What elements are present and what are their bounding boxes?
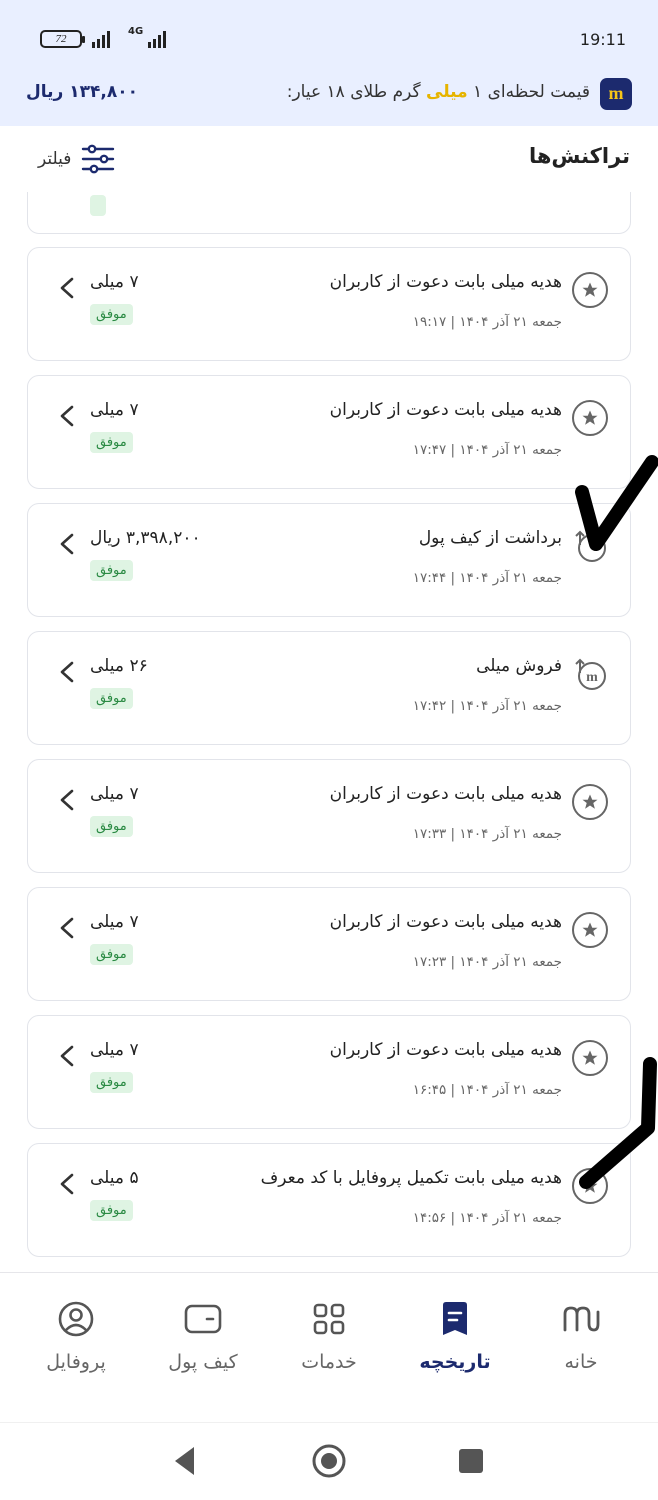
- transaction-date: جمعه ۲۱ آذر ۱۴۰۴ | ۱۷:۳۳: [412, 826, 562, 842]
- transaction-amount: ۷ میلی: [90, 272, 139, 292]
- wallet-icon: [184, 1304, 222, 1334]
- chevron-left-icon[interactable]: [58, 404, 76, 428]
- transaction-date: جمعه ۲۱ آذر ۱۴۰۴ | ۱۷:۴۴: [412, 570, 562, 586]
- transaction-date: جمعه ۲۱ آذر ۱۴۰۴ | ۱۷:۴۲: [412, 698, 562, 714]
- chevron-left-icon[interactable]: [58, 1044, 76, 1068]
- page-title: تراکنش‌ها: [528, 144, 630, 168]
- transaction-date: جمعه ۲۱ آذر ۱۴۰۴ | ۱۷:۴۷: [412, 442, 562, 458]
- nav-history-label: تاریخچه: [419, 1351, 491, 1373]
- filter-sliders-icon: [82, 144, 115, 174]
- status-badge: موفق: [90, 304, 133, 325]
- transaction-amount: ۷ میلی: [90, 1040, 139, 1060]
- services-grid-icon: [313, 1303, 345, 1335]
- chevron-left-icon[interactable]: [58, 660, 76, 684]
- transaction-title: هدیه میلی بابت دعوت از کاربران: [329, 912, 562, 932]
- status-clock: 19:11: [579, 30, 626, 49]
- status-bar: 72 4G 19:11: [0, 26, 658, 54]
- gold-price-value: ۱۳۴,۸۰۰ ریال: [26, 82, 138, 102]
- status-badge: موفق: [90, 560, 133, 581]
- chevron-left-icon[interactable]: [58, 1172, 76, 1196]
- profile-icon: [58, 1301, 94, 1337]
- recents-icon[interactable]: [457, 1447, 485, 1475]
- transaction-amount: ۵ میلی: [90, 1168, 139, 1188]
- nav-home[interactable]: خانه: [521, 1299, 641, 1373]
- history-icon: [443, 1302, 467, 1335]
- filter-label: فیلتر: [38, 149, 72, 169]
- transaction-amount: ۲۶ میلی: [90, 656, 148, 676]
- nav-services[interactable]: خدمات: [269, 1299, 389, 1373]
- brand-logo-icon: m: [600, 78, 632, 110]
- transaction-title: هدیه میلی بابت دعوت از کاربران: [329, 1040, 562, 1060]
- nav-profile-label: پروفایل: [46, 1351, 106, 1373]
- nav-services-label: خدمات: [301, 1351, 357, 1373]
- back-icon[interactable]: [172, 1443, 198, 1479]
- transaction-card[interactable]: برداشت از کیف پول جمعه ۲۱ آذر ۱۴۰۴ | ۱۷:…: [27, 503, 631, 617]
- transaction-title: هدیه میلی بابت دعوت از کاربران: [329, 784, 562, 804]
- signal-icon: [92, 30, 110, 48]
- status-badge: موفق: [90, 1072, 133, 1093]
- gold-price-banner: m قیمت لحظه‌ای ۱ میلی گرم طلای ۱۸ عیار: …: [0, 78, 658, 110]
- gold-price-label: قیمت لحظه‌ای ۱ میلی گرم طلای ۱۸ عیار:: [286, 82, 590, 102]
- transaction-amount: ۳,۳۹۸,۲۰۰ ریال: [90, 528, 201, 548]
- annotation-checkmark-mark: [575, 455, 658, 551]
- transaction-title: هدیه میلی بابت دعوت از کاربران: [329, 272, 562, 292]
- system-navigation-bar: [0, 1422, 658, 1500]
- sell-icon: m: [572, 656, 608, 692]
- page-header: تراکنش‌ها فیلتر: [0, 126, 658, 192]
- nav-profile[interactable]: پروفایل: [16, 1299, 136, 1373]
- transaction-amount: ۷ میلی: [90, 784, 139, 804]
- transaction-title: هدیه میلی بابت دعوت از کاربران: [329, 400, 562, 420]
- star-icon: [572, 784, 608, 820]
- status-badge-partial: .: [90, 195, 107, 216]
- signal-icon-2: [148, 30, 166, 48]
- svg-text:m: m: [586, 670, 598, 685]
- home-logo-icon: [563, 1306, 600, 1332]
- transaction-date: جمعه ۲۱ آذر ۱۴۰۴ | ۱۹:۱۷: [412, 314, 562, 330]
- transaction-card[interactable]: m فروش میلی جمعه ۲۱ آذر ۱۴۰۴ | ۱۷:۴۲ ۲۶ …: [27, 631, 631, 745]
- status-badge: موفق: [90, 944, 133, 965]
- transaction-card[interactable]: هدیه میلی بابت دعوت از کاربران جمعه ۲۱ آ…: [27, 1015, 631, 1129]
- transactions-list[interactable]: . هدیه میلی بابت دعوت از کاربران جمعه ۲۱…: [0, 192, 658, 1270]
- transaction-title: هدیه میلی بابت تکمیل پروفایل با کد معرف: [260, 1168, 562, 1188]
- chevron-left-icon[interactable]: [58, 532, 76, 556]
- transaction-card[interactable]: هدیه میلی بابت دعوت از کاربران جمعه ۲۱ آ…: [27, 247, 631, 361]
- transaction-date: جمعه ۲۱ آذر ۱۴۰۴ | ۱۴:۵۶: [412, 1210, 562, 1226]
- transaction-card[interactable]: هدیه میلی بابت تکمیل پروفایل با کد معرف …: [27, 1143, 631, 1257]
- nav-wallet[interactable]: کیف پول: [143, 1299, 263, 1373]
- star-icon: [572, 272, 608, 308]
- transaction-amount: ۷ میلی: [90, 400, 139, 420]
- nav-history[interactable]: تاریخچه: [395, 1299, 515, 1373]
- star-icon: [572, 912, 608, 948]
- status-badge: موفق: [90, 816, 133, 837]
- status-badge: موفق: [90, 688, 133, 709]
- network-type: 4G: [128, 26, 144, 37]
- transaction-amount: ۷ میلی: [90, 912, 139, 932]
- transaction-title: فروش میلی: [476, 656, 562, 676]
- home-icon[interactable]: [311, 1443, 347, 1479]
- transaction-card[interactable]: هدیه میلی بابت دعوت از کاربران جمعه ۲۱ آ…: [27, 375, 631, 489]
- transaction-date: جمعه ۲۱ آذر ۱۴۰۴ | ۱۷:۲۳: [412, 954, 562, 970]
- transaction-title: برداشت از کیف پول: [418, 528, 562, 548]
- transaction-date: جمعه ۲۱ آذر ۱۴۰۴ | ۱۶:۴۵: [412, 1082, 562, 1098]
- transaction-card[interactable]: هدیه میلی بابت دعوت از کاربران جمعه ۲۱ آ…: [27, 759, 631, 873]
- transaction-card[interactable]: هدیه میلی بابت دعوت از کاربران جمعه ۲۱ آ…: [27, 887, 631, 1001]
- transaction-card-partial[interactable]: .: [27, 192, 631, 234]
- annotation-slash-mark: [579, 1057, 657, 1189]
- nav-home-label: خانه: [564, 1351, 598, 1373]
- nav-wallet-label: کیف پول: [168, 1351, 238, 1373]
- status-badge: موفق: [90, 1200, 133, 1221]
- chevron-left-icon[interactable]: [58, 276, 76, 300]
- bottom-navigation: پروفایل کیف پول خدمات تاریخچه خانه: [0, 1272, 658, 1420]
- top-area: 72 4G 19:11 m قیمت لحظه‌ای ۱ میلی گرم طل…: [0, 0, 658, 126]
- battery-indicator: 72: [40, 30, 85, 48]
- chevron-left-icon[interactable]: [58, 916, 76, 940]
- filter-button[interactable]: فیلتر: [38, 144, 115, 174]
- chevron-left-icon[interactable]: [58, 788, 76, 812]
- star-icon: [572, 400, 608, 436]
- status-badge: موفق: [90, 432, 133, 453]
